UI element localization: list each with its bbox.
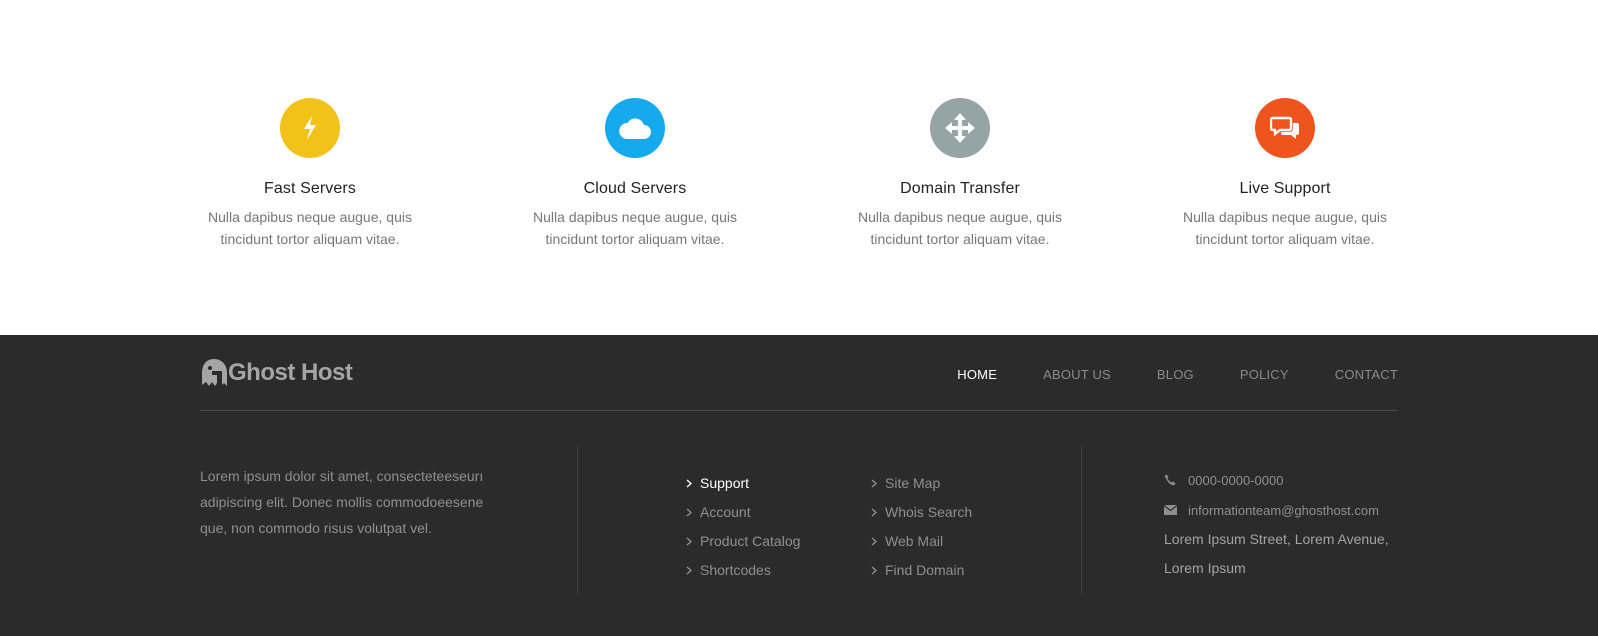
contact-phone-text: 0000-0000-0000 (1188, 472, 1284, 488)
footer-link-support[interactable]: Support (686, 468, 800, 497)
chevron-right-icon (686, 533, 700, 549)
footer-links-col-1: Support Account Product Catalog Shortcod… (686, 468, 800, 584)
footer-link-label: Web Mail (885, 532, 944, 549)
footer-link-label: Support (700, 474, 750, 491)
feature-fast-servers: Fast Servers Nulla dapibus neque augue, … (190, 98, 430, 250)
feature-icon-circle (930, 98, 990, 158)
footer-link-label: Product Catalog (700, 532, 801, 549)
feature-domain-transfer: Domain Transfer Nulla dapibus neque augu… (840, 98, 1080, 250)
footer-link-product-catalog[interactable]: Product Catalog (686, 526, 800, 555)
feature-text: Nulla dapibus neque augue, quis tincidun… (208, 209, 412, 247)
footer-link-find-domain[interactable]: Find Domain (871, 555, 972, 584)
footer-link-shortcodes[interactable]: Shortcodes (686, 555, 800, 584)
cloud-icon (619, 118, 651, 139)
column-divider (577, 445, 578, 595)
feature-icon-circle (1255, 98, 1315, 158)
contact-address: Lorem Ipsum Street, Lorem Avenue, Lorem … (1164, 531, 1389, 576)
feature-text: Nulla dapibus neque augue, quis tincidun… (533, 209, 737, 247)
chevron-right-icon (686, 475, 700, 491)
footer-contact: 0000-0000-0000 informationteam@ghosthost… (1164, 465, 1404, 583)
nav-contact[interactable]: CONTACT (1335, 367, 1398, 382)
nav-home[interactable]: HOME (957, 367, 997, 382)
footer-link-label: Whois Search (885, 503, 973, 520)
ghost-logo-icon (202, 359, 227, 386)
footer-link-web-mail[interactable]: Web Mail (871, 526, 972, 555)
bolt-icon (304, 116, 316, 140)
move-arrows-icon (945, 113, 975, 143)
nav-blog[interactable]: BLOG (1157, 367, 1194, 382)
footer-link-account[interactable]: Account (686, 497, 800, 526)
feature-title: Live Support (1239, 180, 1331, 197)
chevron-right-icon (686, 504, 700, 520)
footer-divider (200, 410, 1398, 411)
footer-link-site-map[interactable]: Site Map (871, 468, 972, 497)
footer-link-label: Shortcodes (700, 561, 771, 578)
chevron-right-icon (686, 562, 700, 578)
footer-link-label: Find Domain (885, 561, 965, 578)
footer-about-text: Lorem ipsum dolor sit amet, consectetees… (200, 468, 484, 536)
contact-phone: 0000-0000-0000 (1164, 465, 1404, 495)
chat-bubbles-icon (1270, 116, 1299, 139)
feature-live-support: Live Support Nulla dapibus neque augue, … (1165, 98, 1405, 250)
feature-title: Cloud Servers (583, 180, 687, 197)
contact-email[interactable]: informationteam@ghosthost.com (1164, 495, 1404, 525)
feature-cloud-servers: Cloud Servers Nulla dapibus neque augue,… (515, 98, 755, 250)
footer-links-col-2: Site Map Whois Search Web Mail Find Doma… (871, 468, 972, 584)
site-logo[interactable]: Ghost Host (200, 357, 353, 389)
feature-title: Domain Transfer (900, 180, 1020, 197)
chevron-right-icon (871, 475, 885, 491)
feature-title: Fast Servers (264, 180, 356, 197)
site-footer: Ghost Host HOME ABOUT US BLOG POLICY CON… (0, 335, 1598, 636)
features-section: Fast Servers Nulla dapibus neque augue, … (0, 0, 1598, 335)
chevron-right-icon (871, 562, 885, 578)
footer-link-whois-search[interactable]: Whois Search (871, 497, 972, 526)
feature-text: Nulla dapibus neque augue, quis tincidun… (1183, 209, 1387, 247)
feature-icon-circle (605, 98, 665, 158)
envelope-icon (1164, 505, 1188, 515)
footer-nav: HOME ABOUT US BLOG POLICY CONTACT (911, 367, 1398, 382)
nav-about-us[interactable]: ABOUT US (1043, 367, 1111, 382)
logo-text: Ghost Host (228, 359, 353, 386)
feature-text: Nulla dapibus neque augue, quis tincidun… (858, 209, 1062, 247)
nav-policy[interactable]: POLICY (1240, 367, 1289, 382)
footer-link-label: Account (700, 503, 751, 520)
chevron-right-icon (871, 504, 885, 520)
footer-link-label: Site Map (885, 474, 941, 491)
phone-icon (1164, 474, 1188, 486)
feature-icon-circle (280, 98, 340, 158)
column-divider (1081, 445, 1082, 595)
contact-email-text: informationteam@ghosthost.com (1188, 502, 1379, 518)
chevron-right-icon (871, 533, 885, 549)
footer-container: Ghost Host HOME ABOUT US BLOG POLICY CON… (200, 335, 1398, 636)
